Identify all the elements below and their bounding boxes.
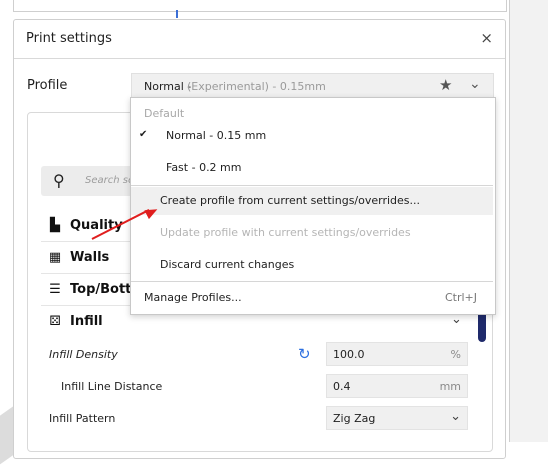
infill-pattern-select[interactable]: Zig Zag ⌄ xyxy=(326,406,468,430)
category-top-bottom[interactable]: ☰ Top/Botto xyxy=(48,282,140,297)
profile-select[interactable]: Normal - (Experimental) - 0.15mm ★ ⌄ xyxy=(131,73,494,99)
menu-item-normal-profile[interactable]: ✔ Normal - 0.15 mm xyxy=(131,122,493,150)
chevron-down-icon[interactable]: ⌄ xyxy=(469,76,481,92)
shortcut-label: Ctrl+J xyxy=(444,291,477,304)
profile-select-name: Normal - xyxy=(144,80,192,93)
background-window-top xyxy=(13,0,507,12)
profile-select-sub: (Experimental) - 0.15mm xyxy=(187,80,326,93)
top-bottom-icon: ☰ xyxy=(49,282,61,297)
search-placeholder: Search se xyxy=(85,175,135,186)
menu-item-create-profile[interactable]: Create profile from current settings/ove… xyxy=(131,187,493,215)
menu-item-fast-profile[interactable]: Fast - 0.2 mm xyxy=(131,154,493,182)
infill-density-label: Infill Density xyxy=(49,348,118,361)
favorite-star-icon[interactable]: ★ xyxy=(439,76,452,94)
infill-icon: ⚄ xyxy=(49,314,61,329)
profile-dropdown-menu: Default ✔ Normal - 0.15 mm Fast - 0.2 mm… xyxy=(130,97,496,315)
chevron-down-icon: ⌄ xyxy=(450,409,461,424)
infill-density-field[interactable]: 100.0 % xyxy=(326,342,468,366)
background-marker xyxy=(176,10,178,18)
category-walls[interactable]: ▦ Walls xyxy=(48,250,109,265)
menu-item-manage-profiles[interactable]: Manage Profiles... Ctrl+J xyxy=(131,284,493,312)
close-icon[interactable]: × xyxy=(480,29,493,47)
panel-header: Print settings × xyxy=(14,20,505,59)
infill-line-distance-label: Infill Line Distance xyxy=(61,380,163,393)
panel-title: Print settings xyxy=(26,31,112,46)
menu-item-discard-changes[interactable]: Discard current changes xyxy=(131,251,493,279)
search-icon: ⚲ xyxy=(53,171,65,190)
background-side-panel xyxy=(509,0,548,442)
menu-separator xyxy=(131,281,493,282)
profile-label: Profile xyxy=(27,78,68,93)
menu-separator xyxy=(131,185,493,186)
category-infill[interactable]: ⚄ Infill xyxy=(48,314,102,329)
reset-icon[interactable]: ↻ xyxy=(298,345,311,363)
infill-line-distance-field[interactable]: 0.4 mm xyxy=(326,374,468,398)
walls-icon: ▦ xyxy=(48,250,62,265)
check-icon: ✔ xyxy=(139,129,148,140)
category-quality[interactable]: ▙ Quality xyxy=(48,218,123,233)
quality-icon: ▙ xyxy=(50,218,60,233)
infill-pattern-label: Infill Pattern xyxy=(49,412,116,425)
menu-item-update-profile: Update profile with current settings/ove… xyxy=(160,226,411,239)
